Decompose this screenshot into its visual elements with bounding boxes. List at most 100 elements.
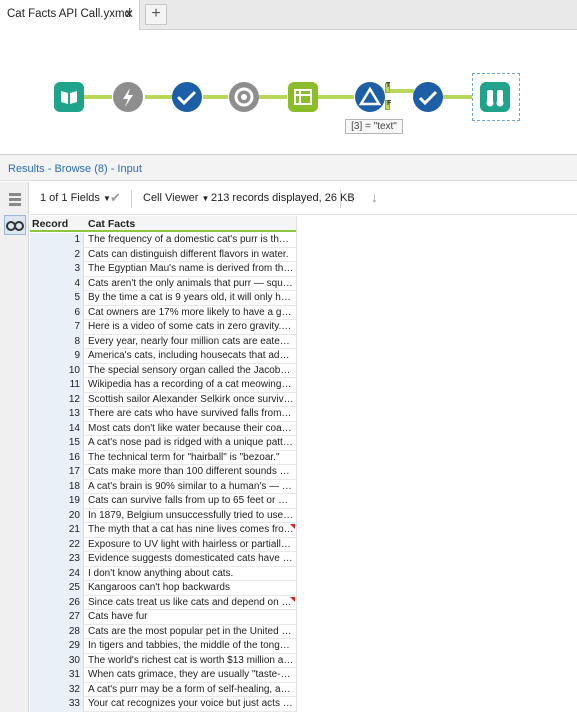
table-row[interactable]: 2 Cats can distinguish different flavors … xyxy=(30,247,296,263)
cat-fact-cell[interactable]: A cat's purr may be a form of self-heali… xyxy=(88,683,294,698)
table-row[interactable]: 32 A cat's purr may be a form of self-hea… xyxy=(30,682,296,698)
cat-fact-cell[interactable]: The myth that a cat has nine lives comes… xyxy=(88,523,294,538)
cat-fact-cell[interactable]: In tigers and tabbies, the middle of the… xyxy=(88,639,294,654)
column-header-record[interactable]: Record xyxy=(32,218,84,230)
cat-fact-cell[interactable]: The world's richest cat is worth $13 mil… xyxy=(88,654,294,669)
cat-fact-cell[interactable]: By the time a cat is 9 years old, it wil… xyxy=(88,291,294,306)
cat-fact-cell[interactable]: Most cats don't like water because their… xyxy=(88,422,294,437)
cat-fact-cell[interactable]: Cats can survive falls from up to 65 fee… xyxy=(88,494,294,509)
cat-fact-cell[interactable]: Cats are the most popular pet in the Uni… xyxy=(88,625,294,640)
json-parse-tool[interactable] xyxy=(229,82,259,112)
workflow-tab[interactable]: Cat Facts API Call.yxmd ✕ xyxy=(0,0,140,30)
workflow-canvas[interactable]: T F [3] = "text" xyxy=(0,31,577,154)
table-row[interactable]: 1 The frequency of a domestic cat's purr … xyxy=(30,233,296,248)
cat-fact-cell[interactable]: There are cats who have survived falls f… xyxy=(88,407,294,422)
filter-tool[interactable] xyxy=(355,82,385,112)
table-view-button[interactable] xyxy=(4,190,26,210)
results-header: Results - Browse (8) - Input xyxy=(0,154,577,181)
new-tab-button[interactable]: + xyxy=(145,4,167,25)
cat-fact-cell[interactable]: Cats have fur xyxy=(88,610,294,625)
table-row[interactable]: 5 By the time a cat is 9 years old, it wi… xyxy=(30,291,296,306)
results-title[interactable]: Results - Browse (8) - Input xyxy=(8,163,142,175)
table-row[interactable]: 28 Cats are the most popular pet in the U… xyxy=(30,624,296,640)
cat-fact-cell[interactable]: The technical term for "hairball" is "be… xyxy=(88,451,294,466)
table-row[interactable]: 30 The world's richest cat is worth $13 m… xyxy=(30,653,296,669)
table-row[interactable]: 24 I don't know anything about cats. xyxy=(30,566,296,582)
cat-fact-cell[interactable]: I don't know anything about cats. xyxy=(88,567,294,582)
grid-edge xyxy=(296,216,297,712)
connector xyxy=(203,95,228,99)
cat-fact-cell[interactable]: Since cats treat us like cats and depend… xyxy=(88,596,294,611)
cat-fact-cell[interactable]: The frequency of a domestic cat's purr i… xyxy=(88,233,294,248)
table-row[interactable]: 31 When cats grimace, they are usually "t… xyxy=(30,668,296,683)
table-row[interactable]: 8 Every year, nearly four million cats ar… xyxy=(30,334,296,350)
browse-view-button[interactable] xyxy=(4,215,26,235)
cat-fact-cell[interactable]: Kangaroos can't hop backwards xyxy=(88,581,294,596)
table-row[interactable]: 12 Scottish sailor Alexander Selkirk once… xyxy=(30,392,296,408)
column-header-cat-facts[interactable]: Cat Facts xyxy=(88,218,135,230)
cat-fact-cell[interactable]: A cat's nose pad is ridged with a unique… xyxy=(88,436,294,451)
table-row[interactable]: 16 The technical term for "hairball" is "… xyxy=(30,450,296,466)
checkmark-icon[interactable]: ✔ xyxy=(110,190,121,206)
table-row[interactable]: 26 Since cats treat us like cats and depe… xyxy=(30,595,296,611)
table-row[interactable]: 21 The myth that a cat has nine lives com… xyxy=(30,523,296,538)
text-to-columns-tool[interactable] xyxy=(288,82,318,112)
cat-fact-cell[interactable]: Scottish sailor Alexander Selkirk once s… xyxy=(88,393,294,408)
chevron-down-icon: ▼ xyxy=(201,194,210,203)
close-tab-icon[interactable]: ✕ xyxy=(124,7,134,21)
table-row[interactable]: 9 America's cats, including housecats tha… xyxy=(30,349,296,364)
cat-fact-cell[interactable]: Here is a video of some cats in zero gra… xyxy=(88,320,294,335)
record-number: 10 xyxy=(30,363,84,378)
record-number: 20 xyxy=(30,508,84,523)
table-row[interactable]: 23 Evidence suggests domesticated cats ha… xyxy=(30,552,296,567)
fields-selector[interactable]: 1 of 1 Fields ▼ xyxy=(40,192,111,204)
tab-title: Cat Facts API Call.yxmd xyxy=(7,8,131,20)
table-row[interactable]: 13 There are cats who have survived falls… xyxy=(30,407,296,422)
cat-fact-cell[interactable]: When cats grimace, they are usually "tas… xyxy=(88,668,294,683)
table-row[interactable]: 29 In tigers and tabbies, the middle of t… xyxy=(30,639,296,654)
table-row[interactable]: 27 Cats have fur xyxy=(30,610,296,625)
table-row[interactable]: 15 A cat's nose pad is ridged with a uniq… xyxy=(30,436,296,451)
cell-viewer-dropdown[interactable]: Cell Viewer ▼ xyxy=(143,192,209,204)
cat-fact-cell[interactable]: Cat owners are 17% more likely to have a… xyxy=(88,306,294,321)
cat-fact-cell[interactable]: Cats aren't the only animals that purr —… xyxy=(88,277,294,292)
cat-fact-cell[interactable]: Your cat recognizes your voice but just … xyxy=(88,697,294,712)
list-icon xyxy=(9,193,21,206)
cat-fact-cell[interactable]: America's cats, including housecats that… xyxy=(88,349,294,364)
cat-fact-cell[interactable]: In 1879, Belgium unsuccessfully tried to… xyxy=(88,509,294,524)
results-side-rail xyxy=(0,182,29,712)
cat-fact-cell[interactable]: Exposure to UV light with hairless or pa… xyxy=(88,538,294,553)
selection-box xyxy=(472,73,520,121)
table-row[interactable]: 19 Cats can survive falls from up to 65 f… xyxy=(30,494,296,509)
cat-fact-cell[interactable]: The Egyptian Mau's name is derived from … xyxy=(88,262,294,277)
table-row[interactable]: 10 The special sensory organ called the J… xyxy=(30,363,296,379)
record-number: 32 xyxy=(30,682,84,697)
record-number: 13 xyxy=(30,407,84,422)
table-row[interactable]: 14 Most cats don't like water because the… xyxy=(30,421,296,437)
table-row[interactable]: 17 Cats make more than 100 different soun… xyxy=(30,465,296,480)
input-data-tool[interactable] xyxy=(54,82,84,112)
select-tool[interactable] xyxy=(172,82,202,112)
cat-fact-cell[interactable]: A cat's brain is 90% similar to a human'… xyxy=(88,480,294,495)
select-tool-2[interactable] xyxy=(413,82,443,112)
record-number: 7 xyxy=(30,320,84,335)
table-row[interactable]: 11 Wikipedia has a recording of a cat meo… xyxy=(30,378,296,393)
table-row[interactable]: 22 Exposure to UV light with hairless or … xyxy=(30,537,296,553)
cat-fact-cell[interactable]: Cats make more than 100 different sounds… xyxy=(88,465,294,480)
cat-fact-cell[interactable]: Every year, nearly four million cats are… xyxy=(88,335,294,350)
cat-fact-cell[interactable]: Evidence suggests domesticated cats have… xyxy=(88,552,294,567)
table-row[interactable]: 25 Kangaroos can't hop backwards xyxy=(30,581,296,596)
arrow-down-icon[interactable]: ↓ xyxy=(371,189,378,205)
table-row[interactable]: 7 Here is a video of some cats in zero gr… xyxy=(30,320,296,335)
table-row[interactable]: 4 Cats aren't the only animals that purr … xyxy=(30,276,296,292)
cat-fact-cell[interactable]: Cats can distinguish different flavors i… xyxy=(88,248,294,263)
table-row[interactable]: 33 Your cat recognizes your voice but jus… xyxy=(30,697,296,712)
cat-fact-cell[interactable]: Wikipedia has a recording of a cat meowi… xyxy=(88,378,294,393)
cat-fact-cell[interactable]: The special sensory organ called the Jac… xyxy=(88,364,294,379)
download-tool[interactable] xyxy=(113,82,143,112)
table-row[interactable]: 20 In 1879, Belgium unsuccessfully tried … xyxy=(30,508,296,524)
table-row[interactable]: 6 Cat owners are 17% more likely to have … xyxy=(30,305,296,321)
table-row[interactable]: 3 The Egyptian Mau's name is derived from… xyxy=(30,262,296,277)
arrow-up-icon[interactable]: ↑ xyxy=(349,189,356,205)
table-row[interactable]: 18 A cat's brain is 90% similar to a huma… xyxy=(30,479,296,495)
